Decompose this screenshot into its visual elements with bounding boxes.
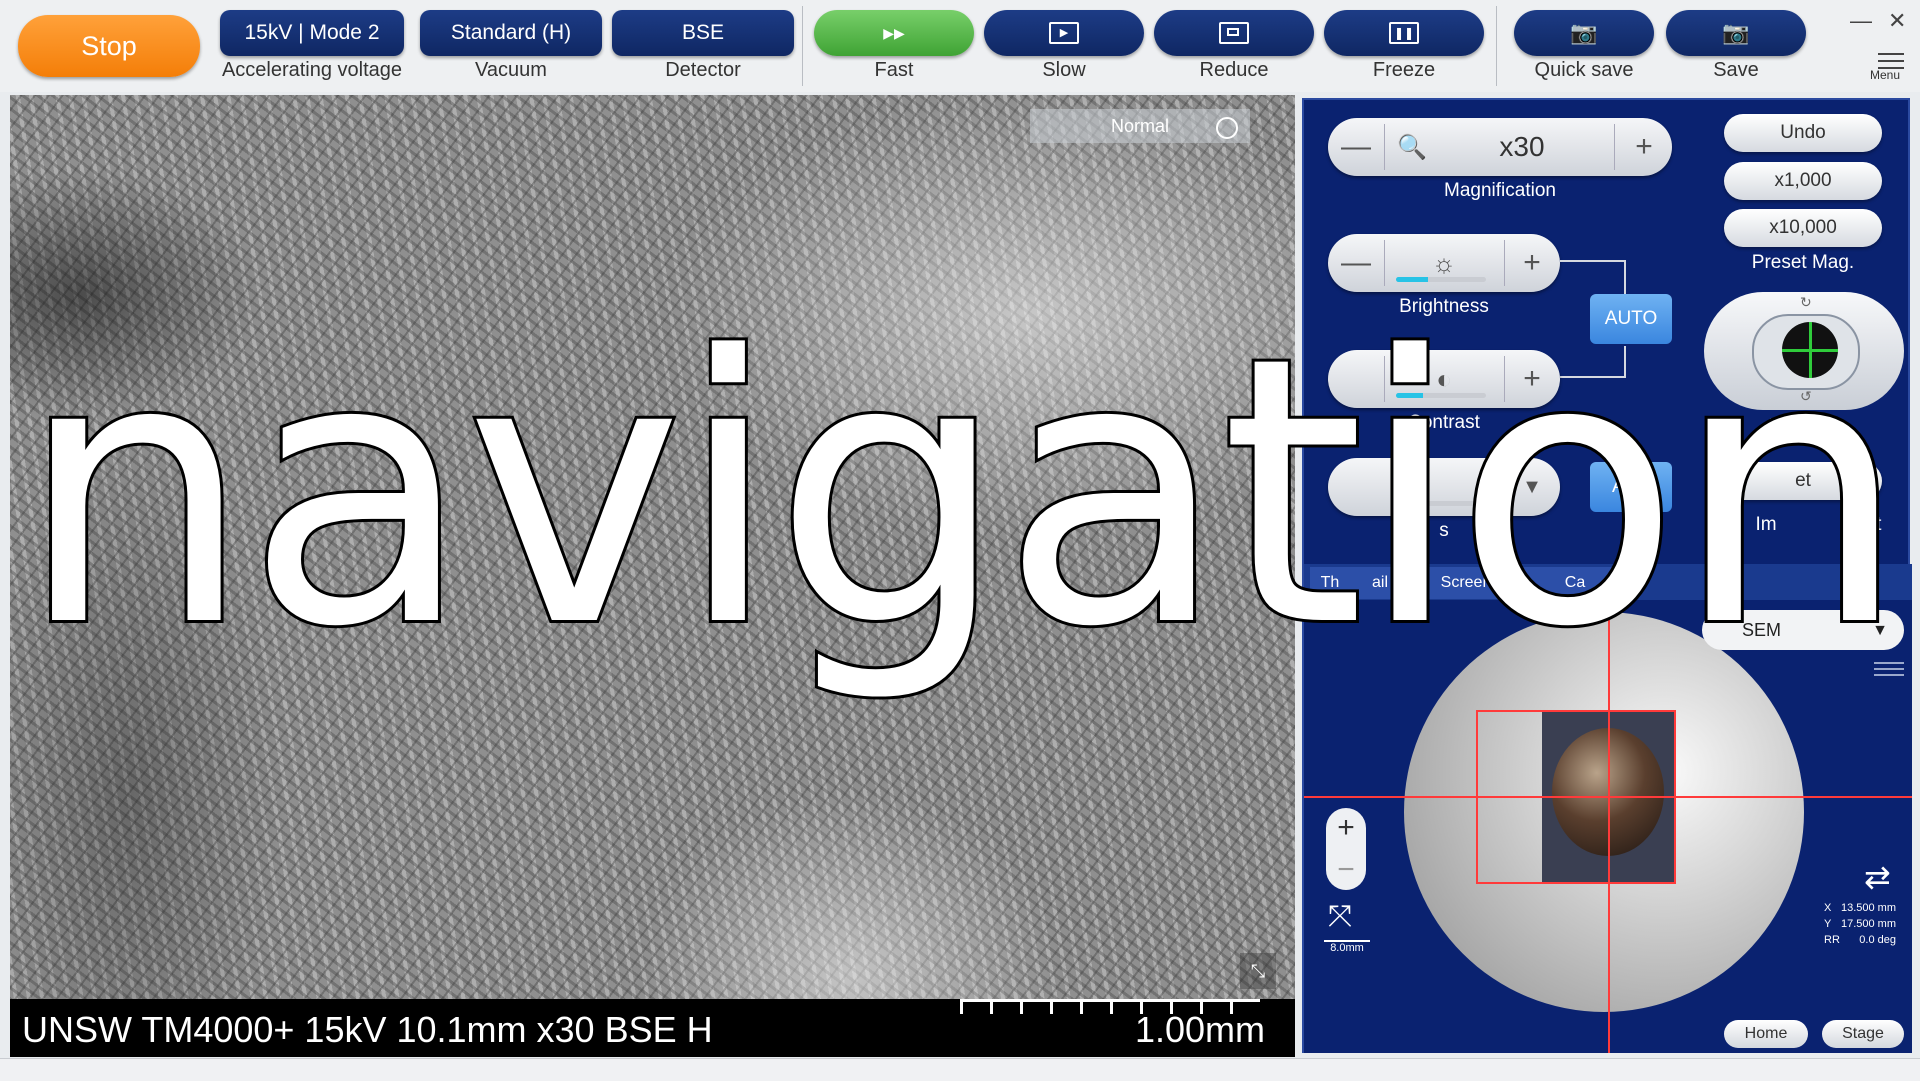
expand-arrows-icon[interactable]: ⤡	[1240, 953, 1276, 989]
slow-scan-caption: Slow	[1042, 59, 1086, 81]
pause-icon: ❚❚	[1389, 22, 1419, 44]
close-icon[interactable]: ✕	[1888, 8, 1906, 34]
stage-zoom-out-button[interactable]: −	[1326, 850, 1366, 890]
vacuum-caption: Vacuum	[475, 59, 547, 81]
preset-mag-1000-button[interactable]: x1,000	[1724, 162, 1882, 200]
minimize-icon[interactable]: —	[1850, 8, 1872, 34]
image-mode-label: Normal	[1110, 115, 1169, 136]
magnification-control: — 🔍 x30 +	[1328, 118, 1672, 176]
magnification-decrease-button[interactable]: —	[1328, 118, 1384, 176]
stage-zoom-control: + −	[1326, 808, 1366, 890]
fast-forward-icon: ▶▶	[883, 24, 905, 41]
accelerating-voltage-button[interactable]: 15kV | Mode 2	[220, 10, 404, 56]
menu-caption: Menu	[1870, 68, 1901, 82]
swap-arrows-icon[interactable]: ⇄	[1864, 858, 1891, 896]
rotation-coordinate-value: 0.0 deg	[1859, 934, 1896, 946]
freeze-caption: Freeze	[1372, 59, 1436, 81]
magnification-caption: Magnification	[1444, 180, 1556, 201]
quick-save-caption: Quick save	[1534, 59, 1634, 81]
stage-scale-label: 8.0mm	[1324, 940, 1370, 954]
y-coordinate-label: Y	[1824, 918, 1832, 930]
image-info-bar: UNSW TM4000+ 15kV 10.1mm x30 BSE H 1.00m…	[10, 999, 1295, 1057]
toolbar-separator	[1496, 6, 1497, 86]
y-coordinate-value: 17.500 mm	[1840, 918, 1896, 930]
detector-caption: Detector	[665, 59, 741, 81]
freeze-button[interactable]: ❚❚	[1324, 10, 1484, 56]
x-coordinate-value: 13.500 mm	[1840, 902, 1896, 914]
camera-icon: 📷	[1570, 20, 1598, 45]
status-strip	[0, 1058, 1920, 1081]
magnification-value: x30	[1499, 131, 1545, 162]
scale-bar-label: 1.00mm	[1134, 1009, 1265, 1050]
reduce-caption: Reduce	[1199, 59, 1269, 81]
reduce-button[interactable]	[1154, 10, 1314, 56]
toolbar: Stop 15kV | Mode 2 Accelerating voltage …	[0, 0, 1920, 92]
image-mode-selector[interactable]: Normal	[1030, 109, 1250, 143]
fast-scan-caption: Fast	[874, 59, 914, 81]
video-caption-overlay: navigation	[16, 275, 1911, 710]
slow-scan-button[interactable]: ▶	[984, 10, 1144, 56]
play-icon: ▶	[1049, 22, 1079, 44]
vacuum-button[interactable]: Standard (H)	[420, 10, 602, 56]
auto-connector	[1560, 260, 1626, 262]
save-caption: Save	[1713, 59, 1759, 81]
fast-scan-button[interactable]: ▶▶	[814, 10, 974, 56]
toolbar-separator	[802, 6, 803, 86]
x-coordinate-label: X	[1824, 902, 1832, 914]
rotation-coordinate-label: RR	[1824, 934, 1840, 946]
mode-dial-icon	[1216, 117, 1238, 139]
stage-coordinates: X 13.500 mm Y 17.500 mm RR 0.0 deg	[1824, 900, 1896, 948]
fit-view-icon[interactable]: ⤧	[1328, 900, 1352, 934]
preset-mag-caption: Preset Mag.	[1751, 252, 1855, 273]
image-info-text: UNSW TM4000+ 15kV 10.1mm x30 BSE H	[22, 1009, 713, 1050]
stage-zoom-in-button[interactable]: +	[1326, 808, 1366, 848]
magnification-increase-button[interactable]: +	[1616, 118, 1672, 176]
preset-mag-10000-button[interactable]: x10,000	[1724, 209, 1882, 247]
magnifier-icon: 🔍	[1397, 133, 1427, 161]
detector-button[interactable]: BSE	[612, 10, 794, 56]
reduce-window-icon	[1219, 22, 1249, 44]
stop-button[interactable]: Stop	[18, 15, 200, 77]
stage-button[interactable]: Stage	[1822, 1020, 1904, 1048]
undo-button[interactable]: Undo	[1724, 114, 1882, 152]
quick-save-button[interactable]: 📷	[1514, 10, 1654, 56]
accelerating-voltage-caption: Accelerating voltage	[221, 59, 403, 81]
camera-3d-icon: 📷	[1722, 20, 1750, 45]
save-button[interactable]: 📷	[1666, 10, 1806, 56]
home-button[interactable]: Home	[1724, 1020, 1808, 1048]
